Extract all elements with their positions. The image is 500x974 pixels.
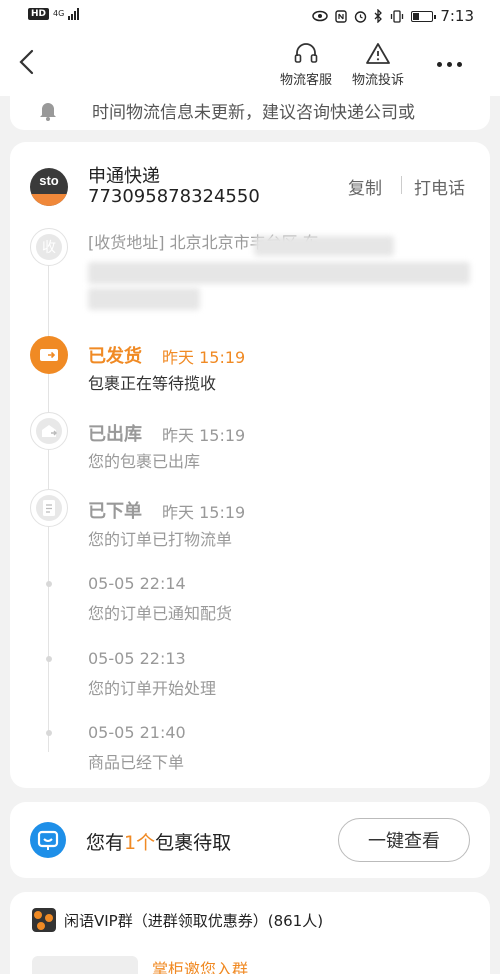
event-status: 已下单	[88, 501, 142, 522]
invite-thumbnail	[32, 956, 138, 974]
divider	[401, 176, 402, 194]
nfc-icon	[335, 9, 348, 23]
sto-logo: sto	[30, 168, 68, 206]
event-time: 昨天 15:19	[162, 503, 246, 522]
logistics-service-button[interactable]: 物流客服	[268, 42, 344, 88]
redacted-address	[254, 236, 394, 256]
logistics-complaint-label: 物流投诉	[351, 73, 404, 88]
pickup-prefix: 您有	[86, 832, 125, 854]
timeline-dot	[46, 656, 52, 662]
carrier-name: 申通快递	[88, 166, 160, 187]
event-time: 05-05 22:13	[88, 649, 186, 668]
logistics-service-label: 物流客服	[279, 73, 332, 88]
pickup-suffix: 包裹待取	[155, 832, 232, 854]
clock: 7:13	[440, 7, 474, 25]
shipped-node	[30, 336, 68, 374]
group-card[interactable]: 闲语VIP群（进群领取优惠券）(861人) 掌柜邀您入群	[10, 892, 490, 974]
tracking-card: sto 申通快递 773095878324550 复制 打电话 收 [收货地址]…	[10, 142, 490, 788]
more-menu-icon[interactable]	[437, 62, 462, 67]
bell-icon	[40, 103, 56, 121]
hd-badge: HD	[28, 8, 50, 20]
event-time: 昨天 15:19	[162, 426, 246, 445]
group-title: 闲语VIP群（进群领取优惠券）(861人)	[64, 912, 324, 930]
event-desc: 商品已经下单	[88, 753, 185, 772]
event-status: 已发货	[88, 346, 142, 367]
order-doc-icon	[43, 500, 55, 516]
battery-icon	[411, 10, 437, 22]
event-desc: 您的订单已通知配货	[88, 604, 233, 623]
call-button[interactable]: 打电话	[414, 174, 465, 199]
headset-icon	[294, 43, 318, 63]
signal-icon	[68, 8, 80, 20]
event-time: 05-05 21:40	[88, 723, 186, 742]
event-desc: 包裹正在等待揽收	[88, 374, 217, 393]
network-type: 4G	[53, 9, 65, 18]
timeline-dot	[46, 730, 52, 736]
event-status: 已出库	[88, 424, 142, 445]
redacted-address	[88, 288, 200, 310]
logistics-complaint-button[interactable]: 物流投诉	[340, 42, 416, 88]
notice-text: 时间物流信息未更新，建议咨询快递公司或	[92, 103, 415, 123]
pickup-station-icon	[30, 822, 66, 858]
eye-icon	[312, 10, 329, 22]
event-time: 05-05 22:14	[88, 574, 186, 593]
copy-button[interactable]: 复制	[348, 174, 382, 199]
receive-label: 收	[42, 240, 56, 256]
pickup-message: 您有1个包裹待取	[86, 828, 231, 855]
invite-text[interactable]: 掌柜邀您入群	[152, 956, 248, 974]
pickup-card: 您有1个包裹待取 一键查看	[10, 802, 490, 878]
outbound-node	[30, 412, 68, 450]
view-all-button[interactable]: 一键查看	[338, 818, 470, 862]
warehouse-icon	[42, 425, 57, 437]
nav-bar: 物流客服 物流投诉	[0, 34, 500, 96]
vibrate-icon	[391, 9, 404, 23]
redacted-address	[88, 262, 470, 284]
tracking-number: 773095878324550	[88, 186, 260, 207]
warning-icon	[366, 43, 390, 64]
event-time: 昨天 15:19	[162, 348, 246, 367]
event-desc: 您的订单开始处理	[88, 679, 217, 698]
timeline-dot	[46, 581, 52, 587]
group-avatar	[32, 908, 56, 932]
receive-node: 收	[30, 228, 68, 266]
status-bar: HD 4G 7:13	[0, 0, 500, 34]
event-desc: 您的包裹已出库	[88, 452, 201, 471]
notice-banner[interactable]: 时间物流信息未更新，建议咨询快递公司或	[10, 96, 490, 130]
alarm-icon	[355, 10, 367, 23]
back-arrow-icon[interactable]	[16, 48, 40, 76]
shipped-icon	[40, 349, 58, 361]
bluetooth-icon	[374, 9, 383, 23]
ordered-node	[30, 489, 68, 527]
pickup-count: 1个	[124, 832, 156, 854]
event-desc: 您的订单已打物流单	[88, 530, 233, 549]
sto-logo-text: sto	[39, 173, 59, 188]
